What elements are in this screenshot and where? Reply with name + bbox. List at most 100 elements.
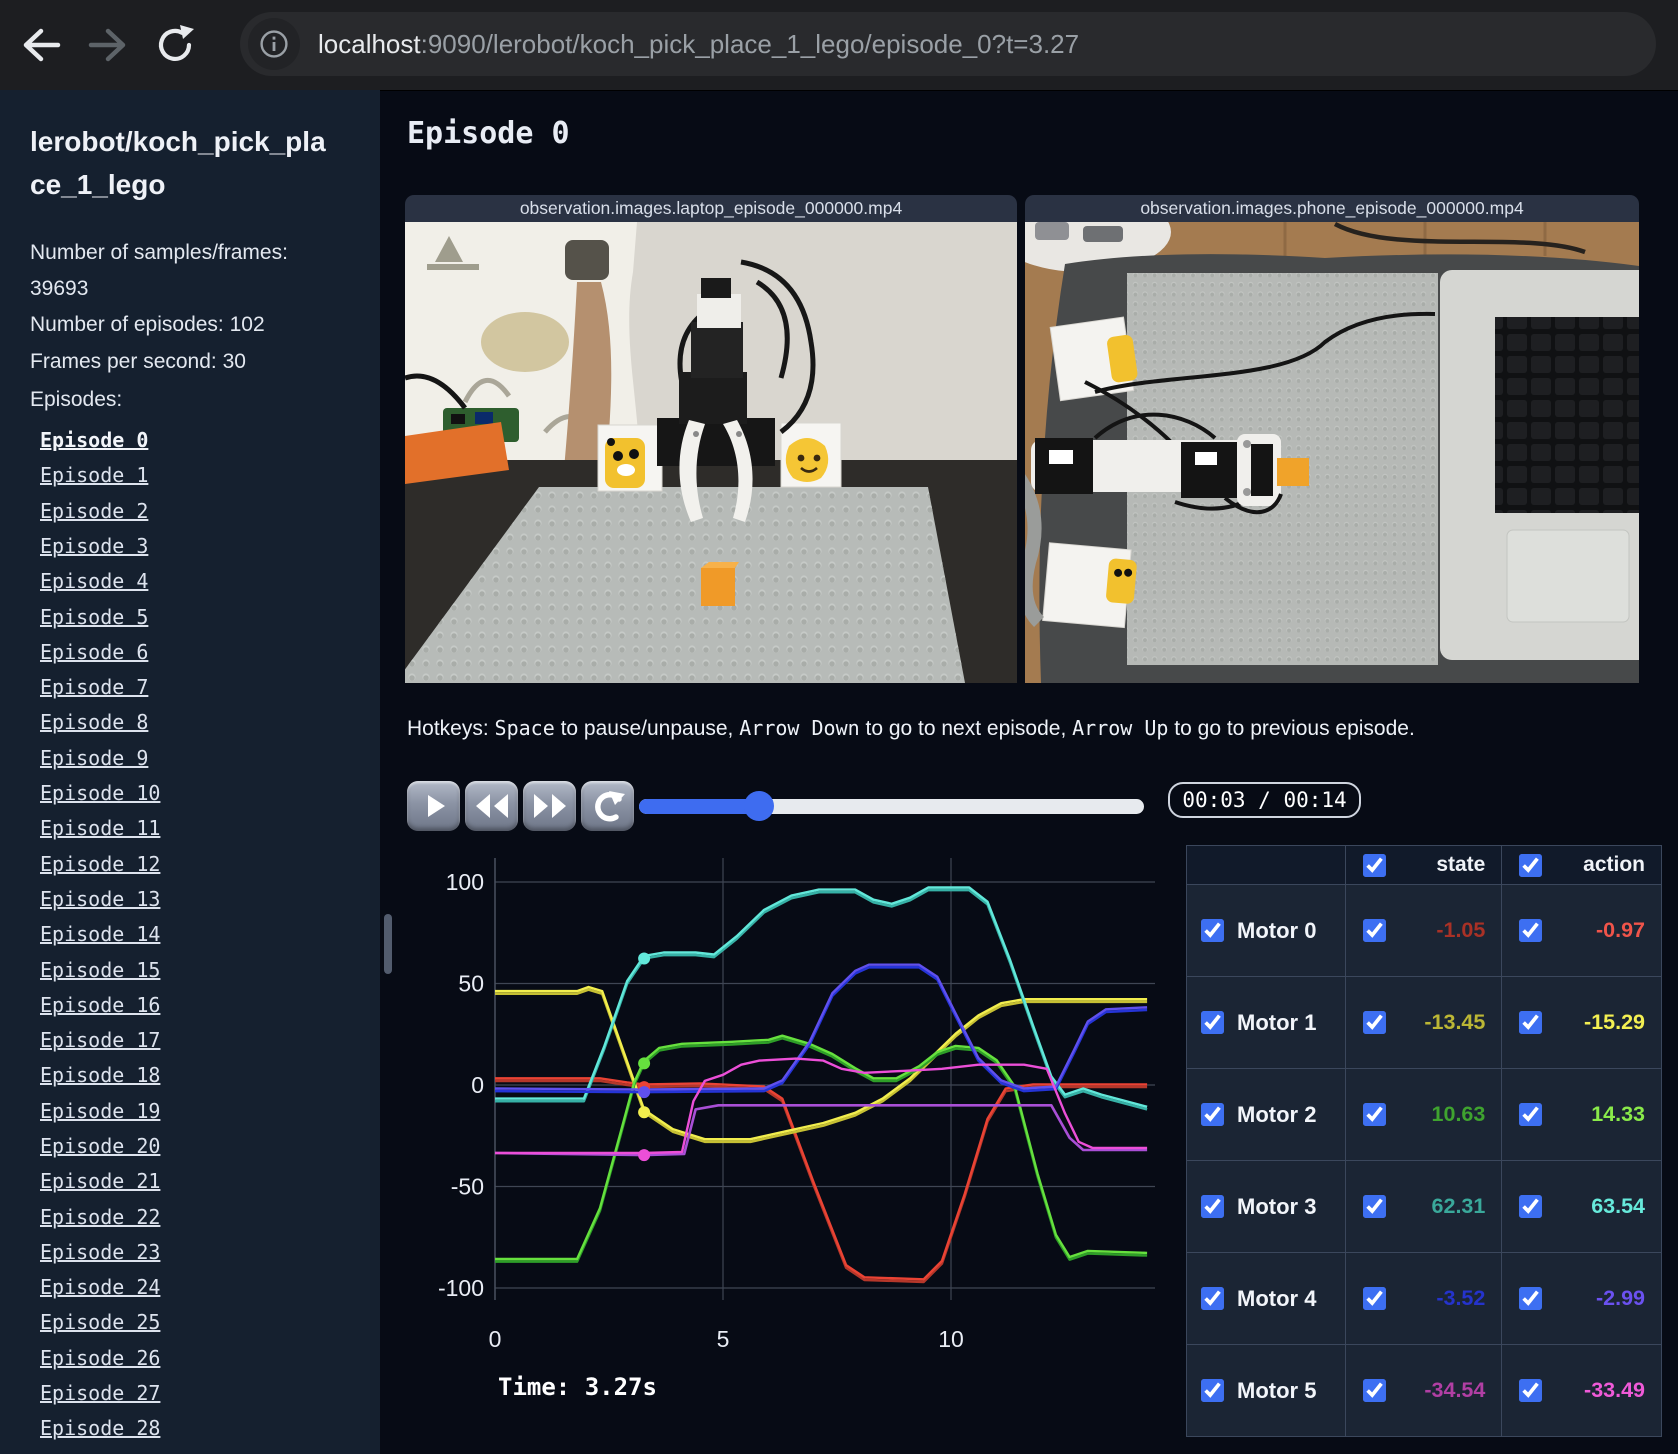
seek-slider-thumb[interactable] xyxy=(744,791,775,821)
episode-link[interactable]: Episode 6 xyxy=(40,640,148,664)
motor-name: Motor 4 xyxy=(1237,1285,1317,1311)
seek-slider-fill xyxy=(639,799,760,814)
episode-link[interactable]: Episode 14 xyxy=(40,922,160,946)
motor-row-checkbox[interactable] xyxy=(1201,1379,1224,1402)
video-phone[interactable] xyxy=(1025,222,1639,683)
episode-link[interactable]: Episode 17 xyxy=(40,1028,160,1052)
motor-row-checkbox[interactable] xyxy=(1201,1195,1224,1218)
motor-row-checkbox[interactable] xyxy=(1201,1287,1224,1310)
rewind-button[interactable] xyxy=(465,781,518,831)
motor-state-checkbox[interactable] xyxy=(1362,1379,1386,1402)
episode-link[interactable]: Episode 19 xyxy=(40,1099,160,1123)
dataset-info: Number of samples/frames: 39693 Number o… xyxy=(30,235,340,419)
page-title: Episode 0 xyxy=(407,116,570,151)
episode-link[interactable]: Episode 28 xyxy=(40,1416,160,1440)
motor-state-checkbox[interactable] xyxy=(1362,1011,1386,1034)
motor-row-checkbox[interactable] xyxy=(1201,1103,1224,1126)
episode-list-item: Episode 22 xyxy=(40,1199,354,1234)
motor-state-checkbox[interactable] xyxy=(1362,1103,1386,1126)
episode-list-item: Episode 15 xyxy=(40,952,354,987)
action-column-checkbox[interactable] xyxy=(1519,853,1543,877)
episode-link[interactable]: Episode 11 xyxy=(40,816,160,840)
motor-table-row: Motor 2 10.63 14.33 xyxy=(1186,1068,1662,1161)
motor-action-checkbox[interactable] xyxy=(1519,1011,1543,1034)
episode-link[interactable]: Episode 24 xyxy=(40,1275,160,1299)
episode-list-item: Episode 4 xyxy=(40,564,354,599)
motor-row-checkbox[interactable] xyxy=(1201,1011,1224,1034)
motor-action-value: 14.33 xyxy=(1591,1102,1645,1126)
episode-list-item: Episode 24 xyxy=(40,1270,354,1305)
motor-state-checkbox[interactable] xyxy=(1362,1287,1386,1310)
browser-window: localhost:9090/lerobot/koch_pick_place_1… xyxy=(0,0,1678,1454)
episode-link[interactable]: Episode 0 xyxy=(40,428,148,452)
svg-text:5: 5 xyxy=(717,1326,730,1352)
svg-text:10: 10 xyxy=(938,1326,964,1352)
episode-link[interactable]: Episode 8 xyxy=(40,710,148,734)
loop-button[interactable] xyxy=(581,781,634,831)
hotkey-text: to go to next episode, xyxy=(859,717,1073,740)
motor-action-checkbox[interactable] xyxy=(1519,1195,1543,1218)
forward-icon[interactable] xyxy=(85,22,131,68)
episode-list-item: Episode 6 xyxy=(40,634,354,669)
episode-list-item: Episode 25 xyxy=(40,1305,354,1340)
episode-link[interactable]: Episode 16 xyxy=(40,993,160,1017)
episode-link[interactable]: Episode 4 xyxy=(40,569,148,593)
episode-link[interactable]: Episode 2 xyxy=(40,499,148,523)
motor-state-checkbox[interactable] xyxy=(1362,919,1386,942)
motor-table-header: state action xyxy=(1186,845,1662,885)
site-info-icon[interactable] xyxy=(248,18,300,70)
episode-list-item: Episode 16 xyxy=(40,987,354,1022)
svg-text:-100: -100 xyxy=(438,1275,484,1301)
episode-link[interactable]: Episode 7 xyxy=(40,675,148,699)
episode-list-item: Episode 11 xyxy=(40,811,354,846)
video-panel-phone: observation.images.phone_episode_000000.… xyxy=(1025,195,1639,683)
episode-list-item: Episode 1 xyxy=(40,458,354,493)
episode-link[interactable]: Episode 25 xyxy=(40,1310,160,1334)
motor-state-value: -3.52 xyxy=(1436,1286,1486,1310)
episode-list-item: Episode 13 xyxy=(40,881,354,916)
episode-link[interactable]: Episode 15 xyxy=(40,958,160,982)
episode-list-item: Episode 0 xyxy=(40,422,354,457)
seek-slider[interactable] xyxy=(639,791,1144,821)
scrollbar-thumb[interactable] xyxy=(384,914,392,974)
episode-link[interactable]: Episode 27 xyxy=(40,1381,160,1405)
url-bar[interactable]: localhost:9090/lerobot/koch_pick_place_1… xyxy=(240,12,1656,76)
episode-link[interactable]: Episode 5 xyxy=(40,605,148,629)
episode-link[interactable]: Episode 23 xyxy=(40,1240,160,1264)
motor-action-checkbox[interactable] xyxy=(1519,1379,1543,1402)
episode-list-item: Episode 19 xyxy=(40,1093,354,1128)
fast-forward-button[interactable] xyxy=(523,781,576,831)
episode-list-item: Episode 21 xyxy=(40,1164,354,1199)
video-laptop[interactable] xyxy=(405,222,1017,683)
video-laptop-frame xyxy=(405,222,1017,683)
svg-text:-50: -50 xyxy=(451,1174,484,1200)
motor-action-value: -2.99 xyxy=(1595,1286,1645,1310)
episode-link[interactable]: Episode 20 xyxy=(40,1134,160,1158)
back-icon[interactable] xyxy=(18,22,64,68)
state-column-checkbox[interactable] xyxy=(1362,853,1386,877)
episode-link[interactable]: Episode 21 xyxy=(40,1169,160,1193)
episode-link[interactable]: Episode 22 xyxy=(40,1205,160,1229)
video-filename-laptop: observation.images.laptop_episode_000000… xyxy=(405,195,1017,222)
motor-action-value: -33.49 xyxy=(1584,1378,1645,1402)
episode-link[interactable]: Episode 10 xyxy=(40,781,160,805)
episode-link[interactable]: Episode 18 xyxy=(40,1063,160,1087)
hotkey-key: Arrow Up xyxy=(1072,716,1169,740)
reload-icon[interactable] xyxy=(152,22,198,68)
motor-row-checkbox[interactable] xyxy=(1201,919,1224,942)
episode-link[interactable]: Episode 1 xyxy=(40,463,148,487)
episode-list-item: Episode 23 xyxy=(40,1234,354,1269)
motor-name: Motor 0 xyxy=(1237,917,1317,943)
episode-link[interactable]: Episode 13 xyxy=(40,887,160,911)
episode-link[interactable]: Episode 12 xyxy=(40,852,160,876)
episode-link[interactable]: Episode 9 xyxy=(40,746,148,770)
motor-state-checkbox[interactable] xyxy=(1362,1195,1386,1218)
episode-link[interactable]: Episode 26 xyxy=(40,1346,160,1370)
episode-link[interactable]: Episode 3 xyxy=(40,534,148,558)
motor-action-checkbox[interactable] xyxy=(1519,1287,1543,1310)
motor-action-value: -15.29 xyxy=(1584,1010,1645,1034)
dataset-title: lerobot/koch_pick_place_1_lego xyxy=(30,126,326,201)
motor-action-checkbox[interactable] xyxy=(1519,919,1543,942)
motor-action-checkbox[interactable] xyxy=(1519,1103,1543,1126)
play-button[interactable] xyxy=(407,781,460,831)
